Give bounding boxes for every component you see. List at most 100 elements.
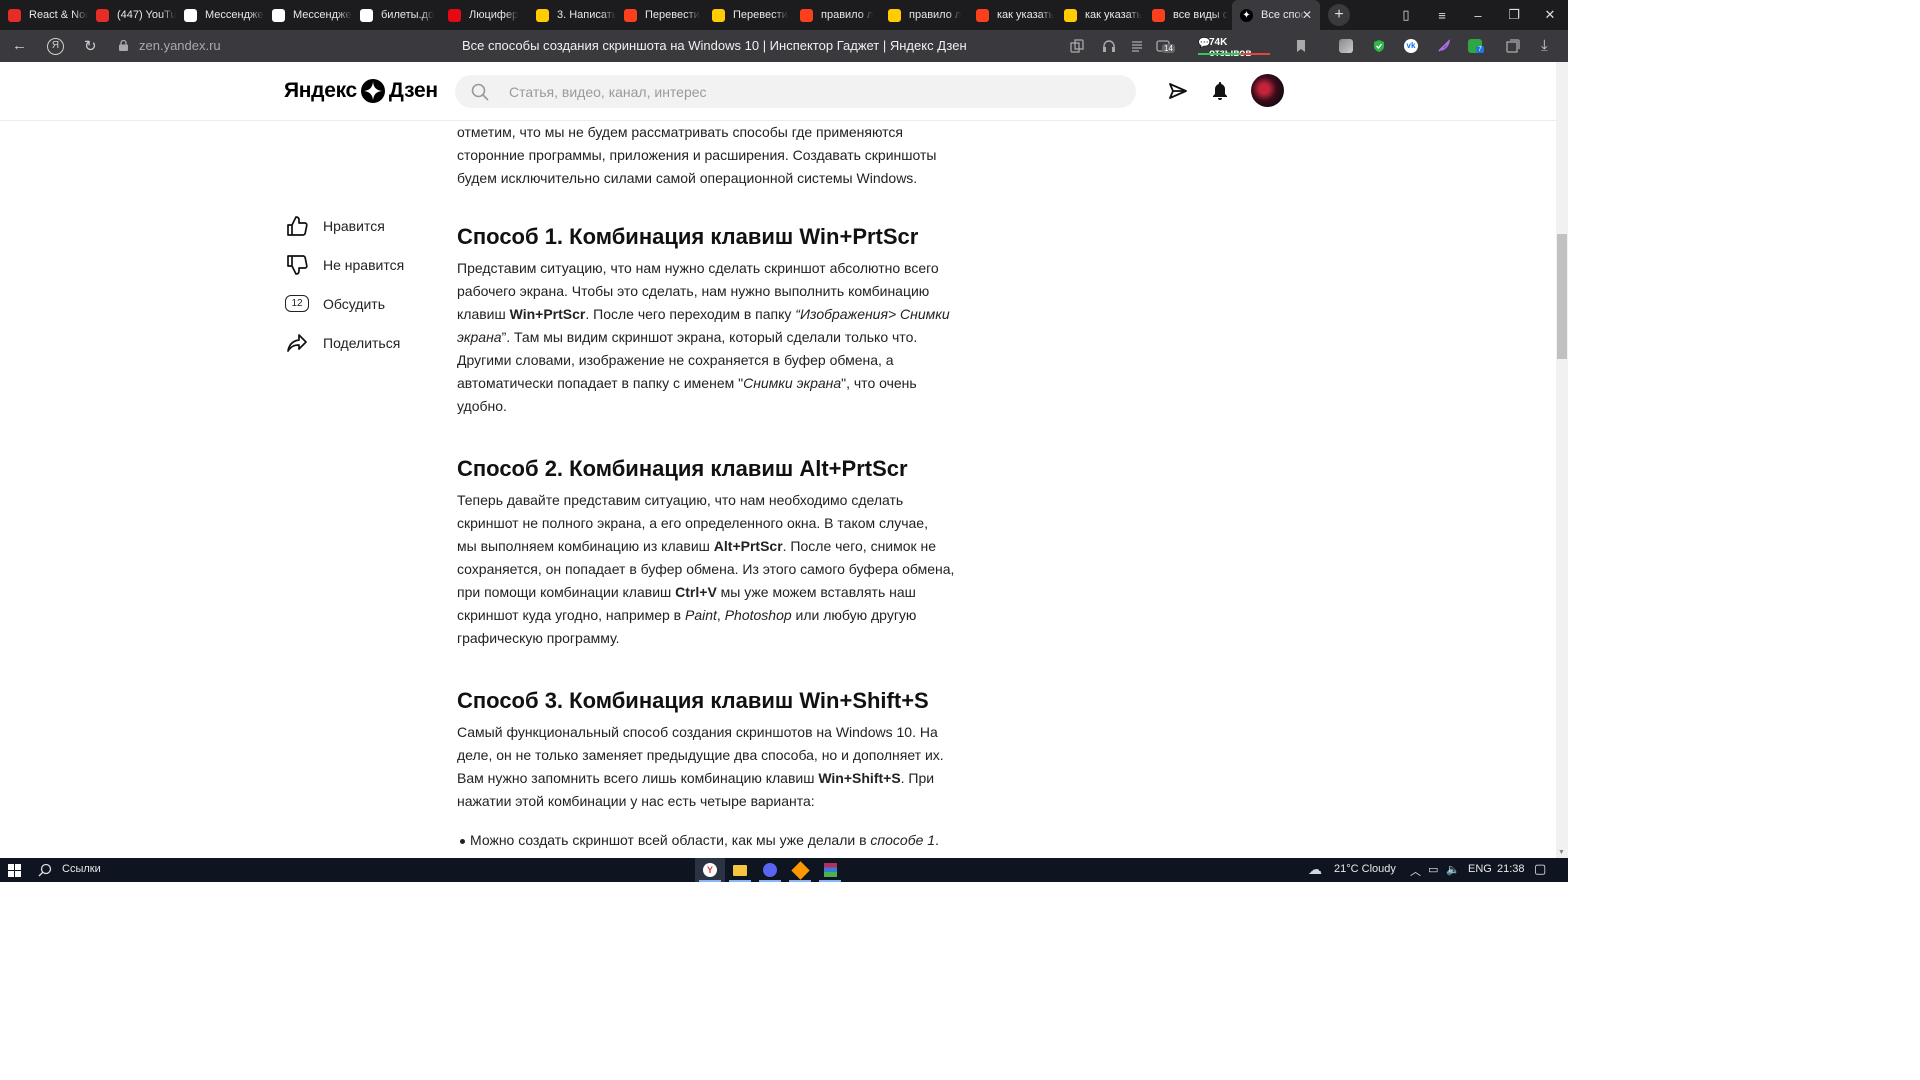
yandex-icon [624, 8, 637, 22]
headphones-icon[interactable] [1102, 39, 1116, 53]
clock-time[interactable]: 21:38 [1497, 863, 1525, 875]
url-domain[interactable]: zen.yandex.ru [139, 38, 221, 53]
yandex-home-icon[interactable]: Я [47, 38, 64, 55]
close-window-button[interactable]: ✕ [1532, 7, 1568, 23]
reviews-badge[interactable]: 💬 74K отзывов [1196, 35, 1272, 59]
browser-tab[interactable]: как указать [968, 0, 1056, 30]
yandex-translate-icon [1064, 8, 1077, 22]
collections-icon[interactable] [1506, 39, 1520, 53]
article-actions: Нравится Не нравится 12 Обсудить Поделит… [284, 206, 444, 362]
extension-1-icon[interactable] [1339, 39, 1353, 53]
reader-icon[interactable] [1130, 39, 1144, 53]
yandex-translate-icon [888, 8, 901, 22]
tab-title: Перевести [645, 9, 700, 21]
section-2-heading: Способ 2. Комбинация клавиш Alt+PrtScr [457, 456, 908, 481]
browser-tab[interactable]: все виды с [1144, 0, 1232, 30]
search-input[interactable] [509, 81, 1109, 102]
comments-button[interactable]: 12 Обсудить [284, 284, 444, 323]
extension-2-icon[interactable]: 7 [1468, 39, 1484, 53]
cloud-icon: ☁ [1308, 861, 1322, 877]
search-box[interactable] [455, 75, 1136, 108]
new-tab-button[interactable]: + [1328, 4, 1350, 26]
page-scrollbar[interactable]: ▼ [1556, 62, 1568, 858]
browser-tab[interactable]: правило л [792, 0, 880, 30]
scroll-down-arrow-icon[interactable]: ▼ [1558, 849, 1565, 856]
zen-icon: ✦ [1240, 8, 1253, 22]
extension-2-count: 7 [1476, 46, 1484, 53]
browser-tab[interactable]: как указать [1056, 0, 1144, 30]
tab-title: Мессенджер [293, 9, 352, 21]
browser-tab[interactable]: Мессенджер [264, 0, 352, 30]
browser-tab[interactable]: Мессенджер [176, 0, 264, 30]
send-message-icon[interactable] [1168, 81, 1188, 101]
notifications-bell-icon[interactable] [1212, 81, 1228, 101]
notifications-center-icon[interactable]: ▢ [1534, 861, 1546, 877]
taskbar-winrar[interactable] [815, 858, 845, 882]
comments-count-badge: 12 [285, 295, 309, 312]
messenger-icon [272, 8, 285, 22]
downloads-icon[interactable]: 14 [1156, 39, 1175, 53]
browser-tab[interactable]: (447) YouTube [88, 0, 176, 30]
section-2-paragraph: Теперь давайте представим ситуацию, что … [457, 489, 957, 650]
tab-active[interactable]: ✦ Все спос ✕ [1232, 0, 1320, 30]
yandex-icon [1152, 8, 1165, 22]
reload-icon[interactable]: ↻ [84, 37, 97, 55]
yandex-icon [976, 8, 989, 22]
browser-tab[interactable]: Люцифер [440, 0, 528, 30]
tray-chevron-icon[interactable]: ︿ [1410, 863, 1421, 879]
browser-tab[interactable]: Перевести [616, 0, 704, 30]
paragraph-line: отметим, что мы не будем рассматривать с… [457, 124, 903, 140]
dislike-label: Не нравится [323, 256, 405, 273]
paragraph-line: деле, он не только заменяет предыдущие д… [457, 747, 944, 763]
windows-start-icon[interactable] [8, 864, 21, 877]
article-body: отметим, что мы не будем рассматривать с… [457, 121, 957, 852]
close-tab-icon[interactable]: ✕ [1302, 8, 1312, 22]
browser-tab[interactable]: 3. Написать [528, 0, 616, 30]
bookmark-icon[interactable] [1294, 39, 1308, 53]
tab-title: Перевести [733, 9, 788, 21]
window-controls: ▯ ≡ – ❐ ✕ [1388, 0, 1568, 30]
shortcut-text: Alt+PrtScr [713, 538, 783, 554]
browser-tab[interactable]: React & Node [0, 0, 88, 30]
section-1-heading: Способ 1. Комбинация клавиш Win+PrtScr [457, 224, 919, 249]
back-arrow-icon[interactable]: ← [12, 37, 27, 54]
zen-logo[interactable]: Яндекс Дзен [284, 79, 438, 103]
like-button[interactable]: Нравится [284, 206, 444, 245]
like-label: Нравится [323, 217, 385, 234]
share-button[interactable]: Поделиться [284, 323, 444, 362]
logo-zen-text: Дзен [388, 79, 438, 102]
network-icon[interactable]: ▭ [1428, 863, 1438, 876]
weather-label[interactable]: 21°C Cloudy [1334, 863, 1396, 875]
scrollbar-thumb[interactable] [1557, 234, 1567, 359]
browser-tab[interactable]: билеты.до [352, 0, 440, 30]
feather-icon[interactable] [1437, 39, 1451, 53]
browser-tab[interactable]: Перевести [704, 0, 792, 30]
share-arrow-icon [287, 333, 307, 352]
browser-menu-icon[interactable]: ≡ [1424, 8, 1460, 23]
tab-manager-icon[interactable]: ▯ [1388, 7, 1424, 23]
minimize-button[interactable]: – [1460, 8, 1496, 23]
address-bar: ← Я ↻ zen.yandex.ru Все способы создания… [0, 30, 1568, 62]
copy-icon[interactable] [1070, 39, 1084, 53]
yandex-icon [800, 8, 813, 22]
lock-icon [119, 40, 128, 51]
paragraph-line: сторонние программы, приложения и расшир… [457, 147, 937, 163]
taskbar-search-label[interactable]: Ссылки [62, 863, 101, 875]
download-arrow-icon[interactable]: ⤓ [1541, 37, 1548, 54]
taskbar-file-explorer[interactable] [725, 858, 755, 882]
taskbar-search-icon[interactable] [38, 863, 52, 877]
browser-tab[interactable]: правило л [880, 0, 968, 30]
input-language[interactable]: ENG [1468, 863, 1492, 875]
vk-extension-icon[interactable]: vk [1404, 39, 1418, 53]
taskbar-discord[interactable] [755, 858, 785, 882]
taskbar-sublime[interactable] [785, 858, 815, 882]
dislike-button[interactable]: Не нравится [284, 245, 444, 284]
maximize-button[interactable]: ❐ [1496, 7, 1532, 23]
vk-icon [360, 8, 373, 22]
paragraph-line: Представим ситуацию, что нам нужно сдела… [457, 260, 939, 276]
volume-icon[interactable]: 🔈 [1446, 863, 1460, 876]
taskbar-yandex-browser[interactable]: Y [695, 858, 725, 882]
adblock-shield-icon[interactable] [1372, 39, 1386, 53]
reviews-rating-bar [1198, 53, 1270, 55]
user-avatar[interactable] [1251, 74, 1284, 107]
